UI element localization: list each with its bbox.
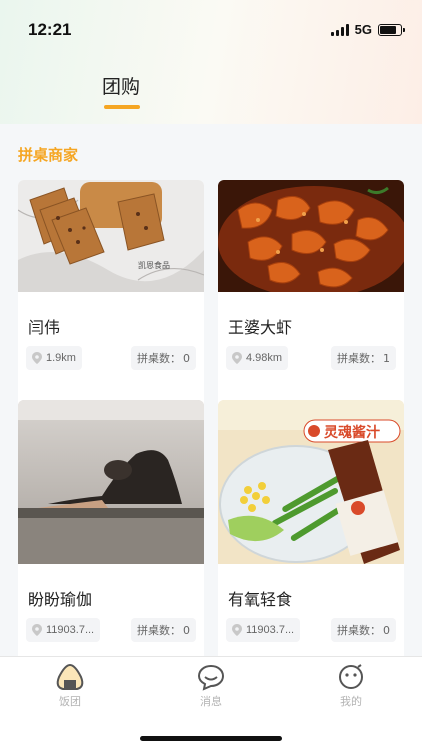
home-indicator[interactable] (140, 736, 282, 741)
merchant-list[interactable]: 拼桌商家 凯恩食品 闫伟 1.9km 拼桌数： 0 王婆大虾 4.98km 拼桌… (0, 124, 422, 656)
table-count-label: 拼桌数： (137, 352, 181, 365)
distance-value: 11903.7... (46, 624, 95, 636)
tab-label: 饭团 (59, 695, 81, 708)
chat-bubble-icon (197, 664, 225, 691)
location-pin-icon (232, 352, 242, 364)
table-count-label: 拼桌数： (137, 624, 181, 637)
merchant-name: 闫伟 (28, 318, 61, 337)
status-time: 12:21 (28, 20, 72, 39)
merchant-photo-shrimp (218, 180, 404, 292)
merchant-photo-bread: 凯恩食品 (18, 180, 204, 292)
table-count-value: 1 (383, 351, 390, 365)
distance-value: 1.9km (46, 352, 76, 364)
status-bar: 12:21 5G (0, 0, 422, 58)
tab-group-buy[interactable]: 团购 (102, 72, 140, 99)
network-type: 5G (354, 22, 372, 37)
distance-badge: 1.9km (26, 346, 82, 370)
profile-icon (339, 664, 363, 689)
merchant-photo-yoga (18, 400, 204, 564)
tab-rice-ball[interactable]: 饭团 (30, 663, 110, 709)
merchant-name: 王婆大虾 (228, 318, 293, 337)
table-count-badge: 拼桌数： 0 (131, 618, 196, 642)
tab-label: 我的 (340, 695, 362, 708)
salad-banner: 灵魂酱汁 (324, 424, 380, 441)
section-title: 拼桌商家 (18, 146, 79, 164)
rice-ball-icon (56, 664, 84, 690)
merchant-card[interactable]: 灵魂酱汁 有氧轻食 11903.7... 拼桌数： 0 (218, 400, 404, 656)
merchant-name: 盼盼瑜伽 (28, 590, 93, 609)
table-count-badge: 拼桌数： 1 (331, 346, 396, 370)
battery-icon (378, 23, 405, 36)
tab-label: 消息 (200, 695, 222, 708)
distance-badge: 4.98km (226, 346, 289, 370)
table-count-badge: 拼桌数： 0 (131, 346, 196, 370)
distance-value: 11903.7... (246, 624, 295, 636)
table-count-label: 拼桌数： (337, 624, 381, 637)
location-pin-icon (232, 624, 242, 636)
status-indicators: 5G (330, 22, 405, 37)
signal-icon (330, 23, 349, 36)
bread-watermark: 凯恩食品 (138, 260, 170, 270)
distance-value: 4.98km (246, 352, 283, 364)
table-count-value: 0 (183, 351, 190, 365)
table-count-badge: 拼桌数： 0 (331, 618, 396, 642)
tab-profile[interactable]: 我的 (311, 663, 391, 709)
table-count-value: 0 (183, 623, 190, 637)
tab-active-indicator (104, 105, 140, 109)
location-pin-icon (32, 352, 42, 364)
distance-badge: 11903.7... (226, 618, 301, 642)
distance-badge: 11903.7... (26, 618, 101, 642)
location-pin-icon (32, 624, 42, 636)
merchant-name: 有氧轻食 (228, 590, 293, 609)
tab-messages[interactable]: 消息 (171, 663, 251, 709)
merchant-card[interactable]: 盼盼瑜伽 11903.7... 拼桌数： 0 (18, 400, 204, 656)
merchant-photo-salad: 灵魂酱汁 (218, 400, 404, 564)
table-count-value: 0 (383, 623, 390, 637)
table-count-label: 拼桌数： (337, 352, 381, 365)
